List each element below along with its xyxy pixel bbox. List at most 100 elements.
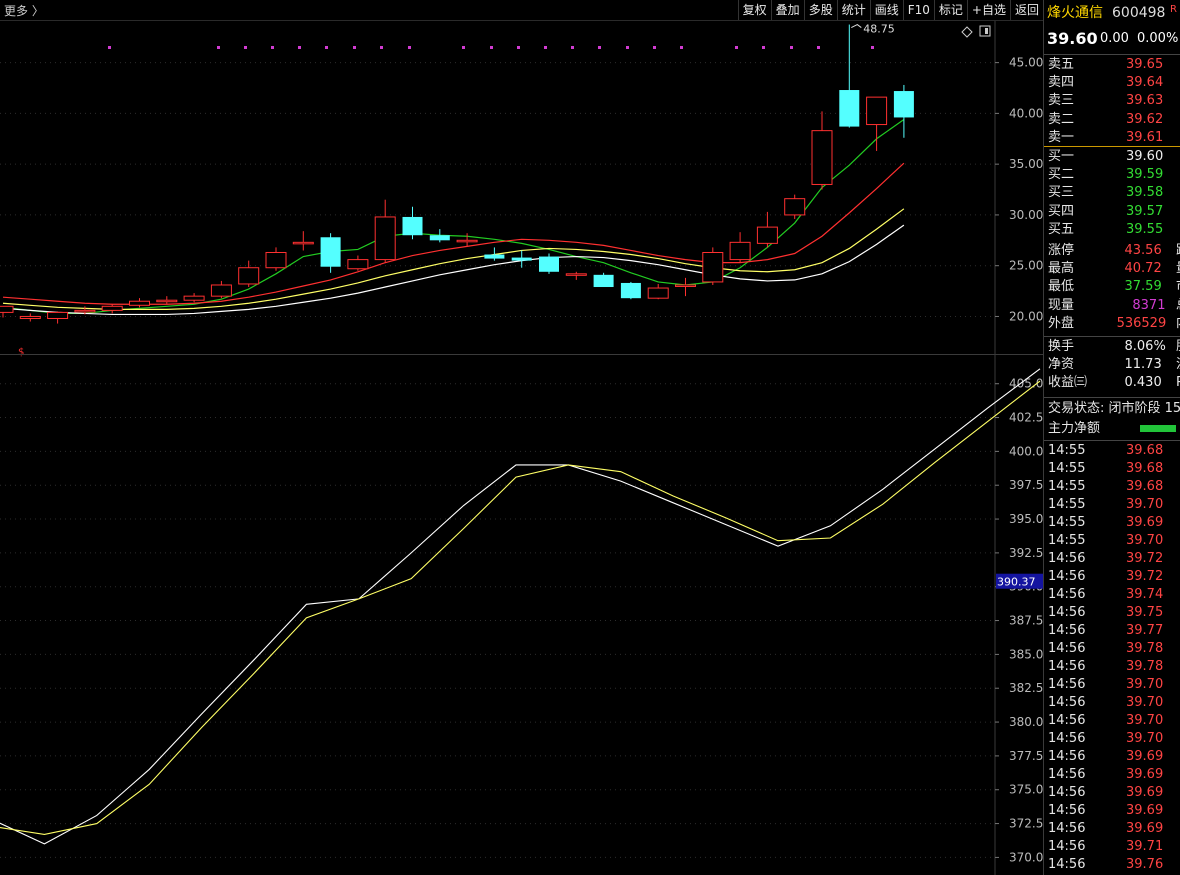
- ask-level-label: 卖三: [1048, 93, 1075, 109]
- ask-level[interactable]: 卖二 39.62: [1044, 111, 1180, 129]
- tick-time: 14:56: [1048, 731, 1086, 746]
- toolbar-button[interactable]: 复权: [737, 0, 771, 20]
- stat-value: 40.72: [1124, 261, 1162, 277]
- tick-row: 14:55 39.70: [1048, 496, 1178, 514]
- bid-level[interactable]: 买四 39.57: [1044, 203, 1180, 221]
- stock-name: 烽火通信: [1047, 5, 1103, 21]
- toolbar-button[interactable]: 多股: [803, 0, 837, 20]
- toolbar-button[interactable]: 画线: [869, 0, 903, 20]
- candle-body-up: [183, 295, 205, 301]
- indicator-axis-label: 402.5: [1009, 411, 1043, 425]
- high-marker-label: 48.75: [863, 23, 895, 36]
- signal-dot: [517, 46, 520, 49]
- stat-label: 涨停: [1048, 243, 1075, 258]
- more-menu-button[interactable]: 更多 〉: [4, 2, 44, 19]
- tick-row: 14:56 39.78: [1048, 640, 1178, 658]
- tick-time: 14:56: [1048, 785, 1086, 800]
- tick-time: 14:56: [1048, 605, 1086, 620]
- bid-level[interactable]: 买三 39.58: [1044, 184, 1180, 202]
- tick-time: 14:55: [1048, 461, 1086, 476]
- indicator-line-2: [0, 380, 1041, 835]
- candle-body-up: [74, 309, 96, 313]
- tick-row: 14:56 39.76: [1048, 856, 1178, 874]
- candle-body-down: [429, 235, 450, 241]
- main-net-bar: [1140, 425, 1176, 432]
- main-net-row[interactable]: 主力净额: [1044, 420, 1180, 438]
- stat-row: 收益㈢ 0.430 PE: [1044, 374, 1180, 392]
- kline-chart[interactable]: 45.0040.0035.0030.0025.0020.00405.0402.5…: [0, 0, 1043, 875]
- tick-price: 39.70: [1126, 695, 1164, 710]
- ask-level-price: 39.63: [1126, 93, 1164, 109]
- tick-time: 14:56: [1048, 641, 1086, 656]
- signal-dot: [790, 46, 793, 49]
- toolbar-button[interactable]: 返回: [1009, 0, 1043, 20]
- tick-time: 14:56: [1048, 857, 1086, 872]
- candle-body-up: [347, 259, 369, 270]
- pane-divider[interactable]: [0, 354, 1043, 355]
- indicator-axis-label: 397.5: [1009, 478, 1043, 492]
- candle-body-up: [811, 130, 833, 185]
- signal-dot: [108, 46, 111, 49]
- toolbar-button[interactable]: 标记: [933, 0, 967, 20]
- ask-level-label: 卖五: [1048, 57, 1075, 72]
- bid-level-label: 买二: [1048, 167, 1075, 183]
- bid-level[interactable]: 买二 39.59: [1044, 166, 1180, 184]
- stat-value: 37.59: [1124, 279, 1162, 295]
- signal-dot: [217, 46, 220, 49]
- stat-label: 最高: [1048, 261, 1075, 277]
- price-axis-label: 35.00: [1009, 157, 1043, 171]
- tick-time: 14:56: [1048, 677, 1086, 692]
- signal-dot: [571, 46, 574, 49]
- tick-row: 14:56 39.70: [1048, 712, 1178, 730]
- tick-time: 14:56: [1048, 623, 1086, 638]
- signal-dot: [735, 46, 738, 49]
- chart-toolbar: 更多 〉 复权 叠加 多股 统计 画线 F10 标记 +自选 返回: [0, 0, 1043, 21]
- ask-level[interactable]: 卖四 39.64: [1044, 74, 1180, 92]
- stat-row: 涨停 43.56 跌: [1044, 242, 1180, 260]
- stat-extra-label: 股: [1176, 338, 1180, 356]
- candle-body-up: [265, 251, 287, 269]
- ma-line-ma5: [2, 118, 905, 315]
- price-change: 0.00: [1100, 31, 1129, 46]
- toolbar-button[interactable]: F10: [902, 0, 934, 20]
- price-summary: 39.60 0.00 0.00%: [1044, 30, 1180, 50]
- bid-level-label: 买三: [1048, 185, 1075, 201]
- bid-level[interactable]: 买一 39.60: [1044, 148, 1180, 166]
- candle-body-up: [675, 284, 696, 287]
- stat-value: 536529: [1116, 315, 1167, 331]
- toolbar-button[interactable]: +自选: [966, 0, 1010, 20]
- signal-dot: [353, 46, 356, 49]
- main-net-label: 主力净额: [1048, 421, 1101, 436]
- tick-price: 39.75: [1126, 605, 1164, 620]
- signal-dot: [817, 46, 820, 49]
- window-toggle-icon-fill: [985, 28, 988, 34]
- price-change-pct: 0.00%: [1137, 31, 1179, 46]
- indicator-line-1: [0, 368, 1041, 845]
- stat-extra-label: 跌: [1176, 242, 1180, 260]
- ask-level[interactable]: 卖五 39.65: [1044, 56, 1180, 74]
- ask-level[interactable]: 卖一 39.61: [1044, 129, 1180, 147]
- indicator-axis-label: 400.0: [1009, 444, 1043, 458]
- stat-label: 净资: [1048, 357, 1075, 373]
- current-value-label: 390.37: [997, 576, 1036, 589]
- stat-extra-label: 内: [1176, 315, 1180, 333]
- candle-body-down: [539, 256, 559, 272]
- toolbar-button[interactable]: 统计: [836, 0, 870, 20]
- tick-price: 39.72: [1126, 551, 1164, 566]
- stat-value: 43.56: [1124, 243, 1162, 258]
- toolbar-button[interactable]: 叠加: [770, 0, 804, 20]
- candle-body-down: [893, 91, 914, 118]
- signal-dot: [653, 46, 656, 49]
- high-marker-arrow: [851, 23, 862, 28]
- bid-level[interactable]: 买五 39.55: [1044, 221, 1180, 239]
- tick-time: 14:56: [1048, 821, 1086, 836]
- candle-body-up: [374, 216, 396, 261]
- ask-level[interactable]: 卖三 39.63: [1044, 92, 1180, 110]
- tick-row: 14:56 39.70: [1048, 676, 1178, 694]
- tick-time: 14:56: [1048, 713, 1086, 728]
- tick-price: 39.76: [1126, 857, 1164, 872]
- signal-dot: [490, 46, 493, 49]
- candle-body-up: [784, 198, 806, 216]
- stat-extra-label: 流: [1176, 356, 1180, 374]
- tick-time: 14:55: [1048, 533, 1086, 548]
